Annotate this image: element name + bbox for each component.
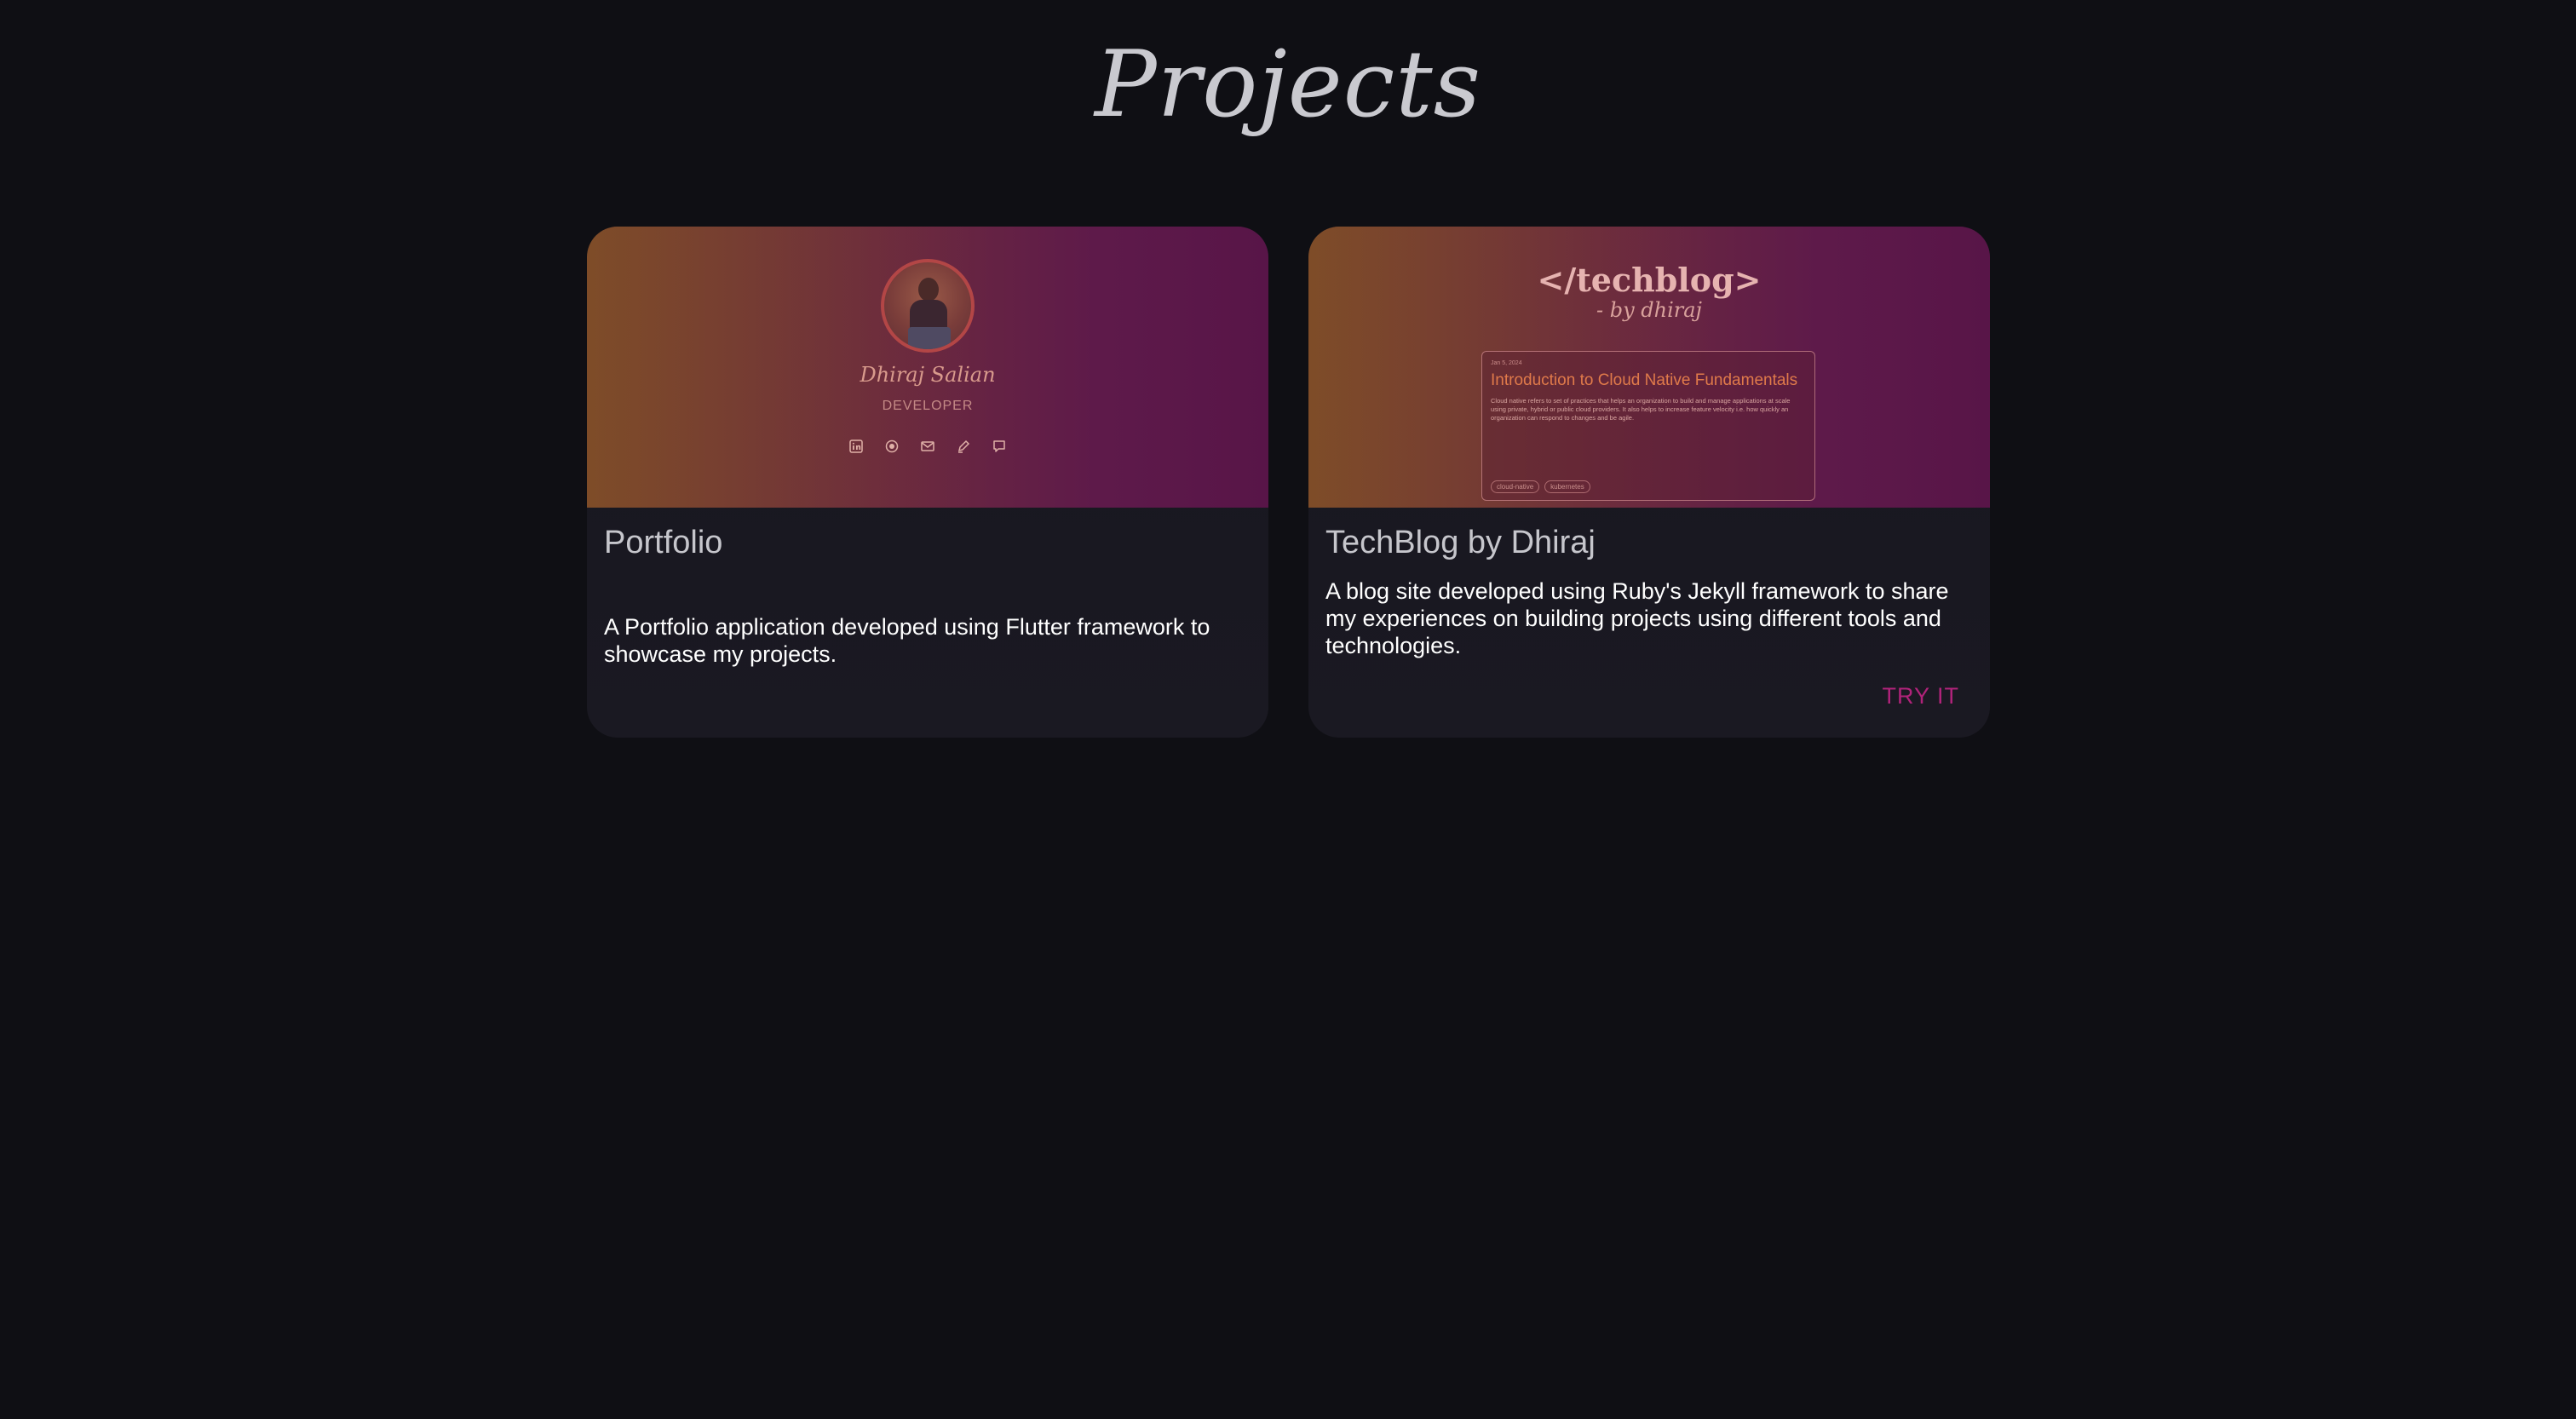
- edit-icon: [955, 438, 972, 455]
- preview-post-title: Introduction to Cloud Native Fundamental…: [1491, 371, 1798, 389]
- preview-tag: kubernetes: [1544, 480, 1590, 493]
- project-preview-image: Dhiraj Salian DEVELOPER: [587, 227, 1268, 508]
- page-title: Projects: [1094, 32, 1482, 138]
- mail-icon: [919, 438, 936, 455]
- preview-post-date: Jan 5, 2024: [1491, 360, 1522, 366]
- preview-social-icons: [848, 438, 1008, 455]
- preview-role: DEVELOPER: [882, 399, 974, 413]
- project-card-techblog[interactable]: </techblog> - by dhiraj Jan 5, 2024 Intr…: [1308, 227, 1990, 738]
- preview-logo: </techblog>: [1537, 261, 1762, 299]
- preview-byline: - by dhiraj: [1596, 298, 1702, 322]
- linkedin-icon: [848, 438, 865, 455]
- projects-page: Projects Dhiraj Salian DEVELOPER Portfol…: [0, 0, 2576, 1419]
- preview-tag: cloud-native: [1491, 480, 1540, 493]
- try-it-button[interactable]: TRY IT: [1882, 683, 1959, 710]
- project-card-portfolio[interactable]: Dhiraj Salian DEVELOPER Portfolio A Port…: [587, 227, 1268, 738]
- preview-post-tags: cloud-native kubernetes: [1491, 480, 1590, 493]
- avatar: [881, 259, 975, 353]
- project-description: A blog site developed using Ruby's Jekyl…: [1325, 578, 1949, 658]
- preview-post-excerpt: Cloud native refers to set of practices …: [1491, 397, 1791, 422]
- project-preview-image: </techblog> - by dhiraj Jan 5, 2024 Intr…: [1308, 227, 1990, 508]
- project-title: TechBlog by Dhiraj: [1325, 525, 1596, 560]
- preview-post-card: Jan 5, 2024 Introduction to Cloud Native…: [1481, 351, 1815, 501]
- project-description: A Portfolio application developed using …: [604, 614, 1210, 667]
- project-title: Portfolio: [604, 525, 723, 560]
- github-icon: [883, 438, 900, 455]
- preview-name: Dhiraj Salian: [860, 363, 996, 387]
- chat-icon: [991, 438, 1008, 455]
